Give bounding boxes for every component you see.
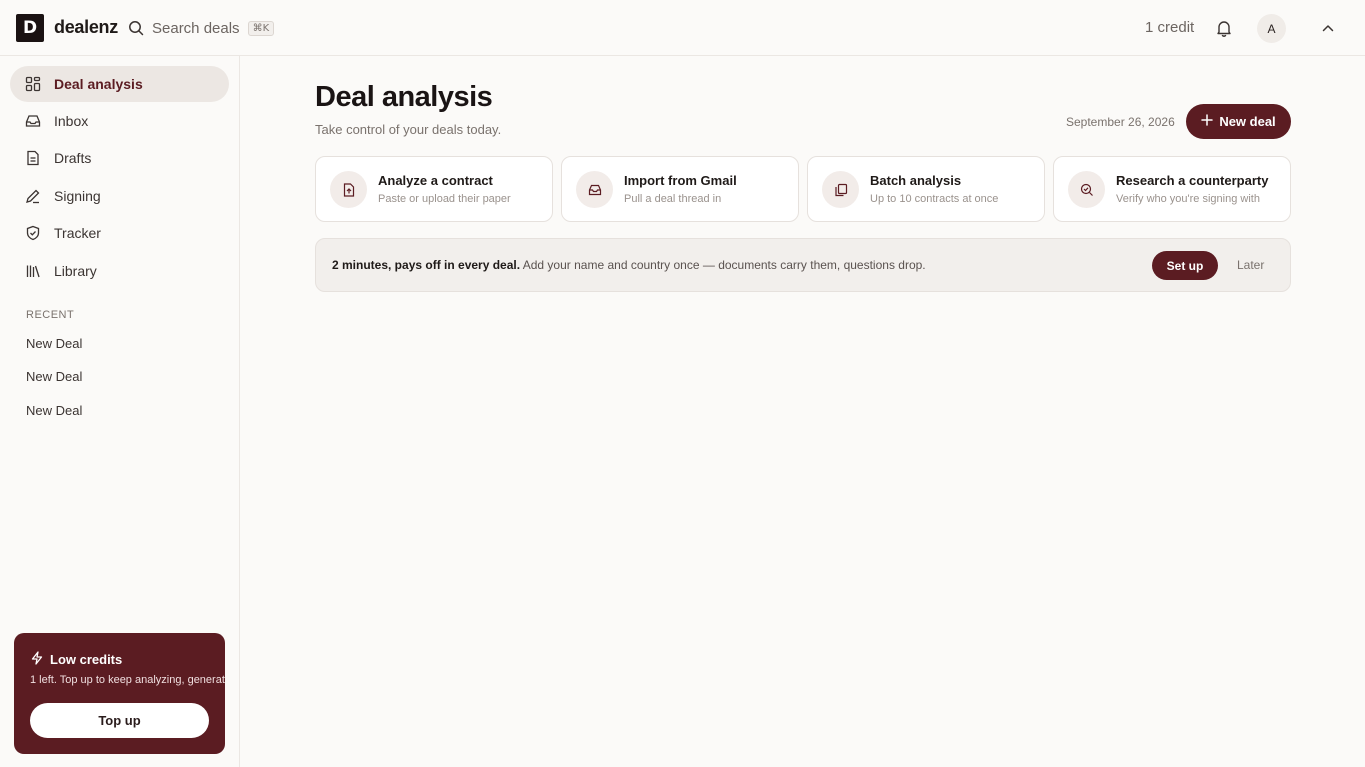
sidebar-item-label: Drafts xyxy=(54,150,92,166)
new-deal-label: New deal xyxy=(1219,114,1276,129)
page-subtitle: Take control of your deals today. xyxy=(315,122,502,137)
chevron-up-icon[interactable] xyxy=(1320,20,1336,36)
banner-text: 2 minutes, pays off in every deal. Add y… xyxy=(332,258,926,272)
card-analyze-contract[interactable]: Analyze a contract Paste or upload their… xyxy=(315,156,553,222)
low-credits-title-text: Low credits xyxy=(50,652,123,667)
new-deal-button[interactable]: New deal xyxy=(1186,104,1291,139)
card-subtitle: Paste or upload their paper xyxy=(378,193,511,205)
profile-setup-banner: 2 minutes, pays off in every deal. Add y… xyxy=(315,238,1291,292)
card-title: Batch analysis xyxy=(870,173,962,188)
logo[interactable]: D xyxy=(16,14,44,42)
current-date: September 26, 2026 xyxy=(1066,115,1175,129)
sidebar-item-signing[interactable]: Signing xyxy=(10,178,229,214)
card-subtitle: Up to 10 contracts at once xyxy=(870,193,999,205)
banner-body-text: Add your name and country once — documen… xyxy=(520,258,926,272)
file-upload-icon xyxy=(330,171,367,208)
library-icon xyxy=(24,262,42,280)
inbox-icon xyxy=(24,112,42,130)
low-credits-title: Low credits xyxy=(30,651,122,668)
set-up-button[interactable]: Set up xyxy=(1152,251,1218,280)
search-bar[interactable]: Search deals ⌘K xyxy=(128,16,275,40)
credits-count[interactable]: 1 credit xyxy=(1145,19,1194,36)
copy-icon xyxy=(822,171,859,208)
plus-icon xyxy=(1201,114,1214,129)
card-import-gmail[interactable]: Import from Gmail Pull a deal thread in xyxy=(561,156,799,222)
card-research-counterparty[interactable]: Research a counterparty Verify who you'r… xyxy=(1053,156,1291,222)
sidebar-item-label: Signing xyxy=(54,188,101,204)
page-title: Deal analysis xyxy=(315,81,493,113)
document-icon xyxy=(24,149,42,167)
shortcut-badge: ⌘K xyxy=(247,20,275,36)
banner-bold-text: 2 minutes, pays off in every deal. xyxy=(332,258,521,272)
sidebar: Deal analysis Inbox Drafts Signing Track… xyxy=(0,56,240,767)
card-title: Research a counterparty xyxy=(1116,173,1269,188)
search-check-icon xyxy=(1068,171,1105,208)
low-credits-text: 1 left. Top up to keep analyzing, genera… xyxy=(30,674,225,686)
recent-item[interactable]: New Deal xyxy=(26,369,82,384)
sidebar-item-label: Library xyxy=(54,263,97,279)
pen-icon xyxy=(24,187,42,205)
sidebar-item-library[interactable]: Library xyxy=(10,253,229,289)
card-batch-analysis[interactable]: Batch analysis Up to 10 contracts at onc… xyxy=(807,156,1045,222)
bell-icon[interactable] xyxy=(1214,18,1234,38)
card-title: Import from Gmail xyxy=(624,173,737,188)
search-icon xyxy=(128,20,144,36)
grid-icon xyxy=(24,75,42,93)
lightning-icon xyxy=(30,651,44,668)
sidebar-item-inbox[interactable]: Inbox xyxy=(10,103,229,139)
later-button[interactable]: Later xyxy=(1237,258,1264,272)
sidebar-item-label: Deal analysis xyxy=(54,76,143,92)
recent-item[interactable]: New Deal xyxy=(26,403,82,418)
recent-item[interactable]: New Deal xyxy=(26,336,82,351)
sidebar-item-label: Inbox xyxy=(54,113,89,129)
avatar[interactable]: A xyxy=(1257,14,1286,43)
sidebar-item-tracker[interactable]: Tracker xyxy=(10,215,229,251)
card-title: Analyze a contract xyxy=(378,173,493,188)
brand-name[interactable]: dealenz xyxy=(54,17,118,38)
shield-icon xyxy=(24,224,42,242)
mail-icon xyxy=(576,171,613,208)
sidebar-item-label: Tracker xyxy=(54,225,101,241)
search-input[interactable]: Search deals xyxy=(152,20,240,37)
low-credits-panel: Low credits 1 left. Top up to keep analy… xyxy=(14,633,225,754)
top-up-button[interactable]: Top up xyxy=(30,703,209,738)
sidebar-item-deal-analysis[interactable]: Deal analysis xyxy=(10,66,229,102)
card-subtitle: Pull a deal thread in xyxy=(624,193,722,205)
top-bar: D dealenz Search deals ⌘K 1 credit A xyxy=(0,0,1365,56)
recent-heading: RECENT xyxy=(26,309,75,321)
sidebar-item-drafts[interactable]: Drafts xyxy=(10,140,229,176)
card-subtitle: Verify who you're signing with xyxy=(1116,193,1260,205)
